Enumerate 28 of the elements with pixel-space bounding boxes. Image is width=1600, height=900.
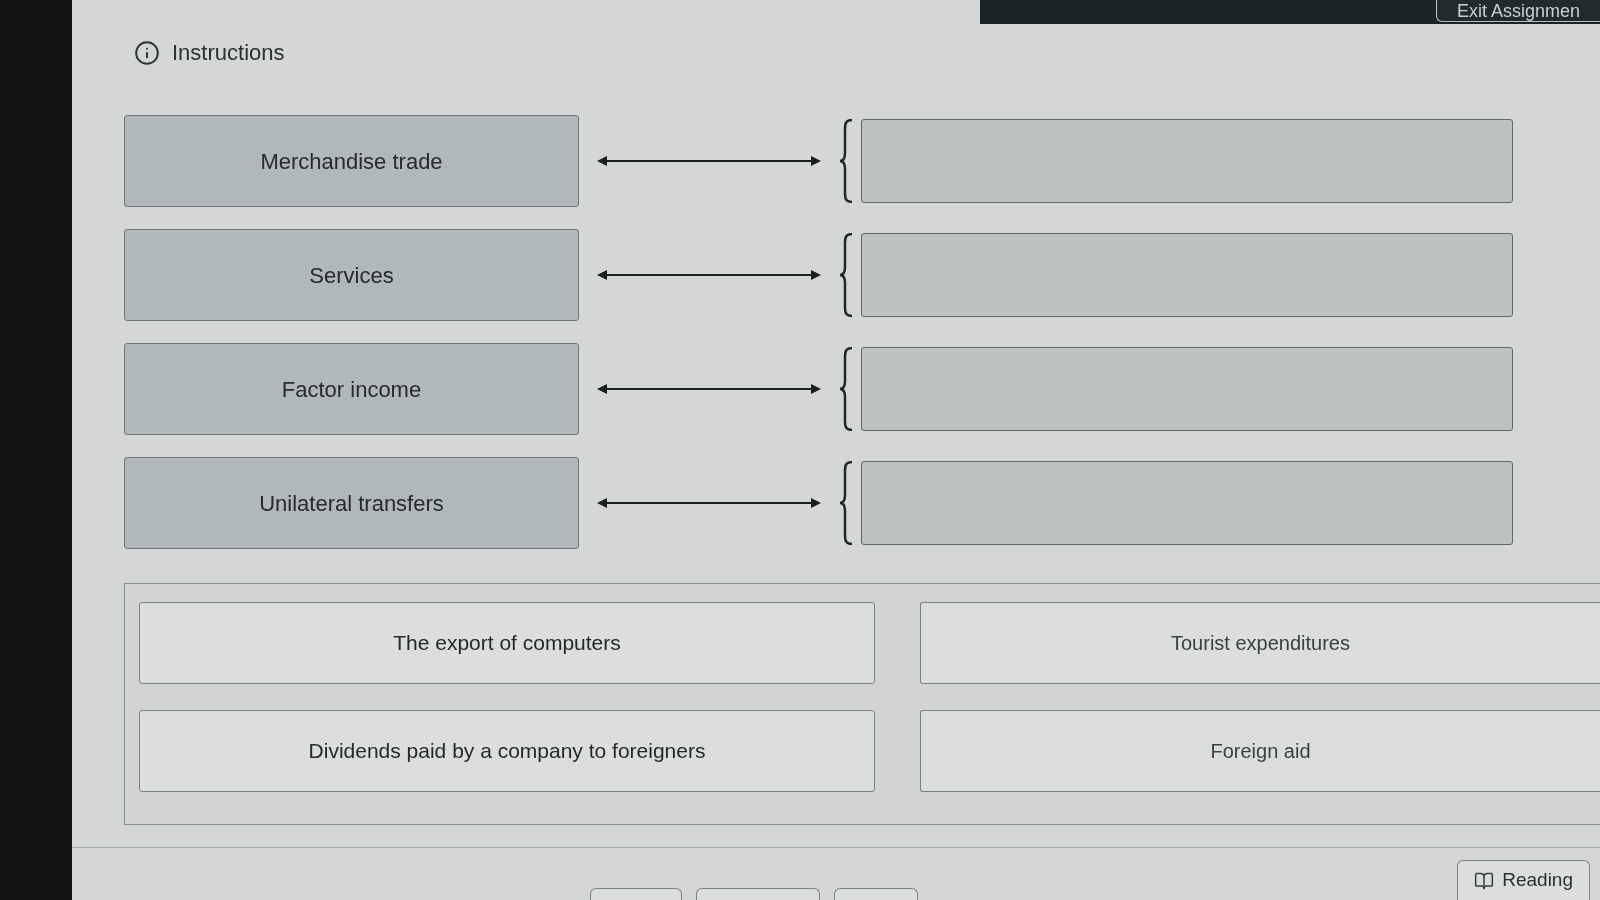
drop-zone[interactable] [861,233,1513,317]
book-icon [1474,870,1495,891]
info-icon[interactable] [134,40,160,66]
double-arrow-icon [597,497,821,509]
footer-button[interactable] [590,888,682,900]
curly-brace-icon [839,347,853,431]
double-arrow-icon [597,269,821,281]
drop-zone[interactable] [861,461,1513,545]
answer-card[interactable]: Dividends paid by a company to foreigners [139,710,875,792]
term-box: Merchandise trade [124,115,579,207]
term-box: Factor income [124,343,579,435]
answer-card[interactable]: Tourist expenditures [920,602,1600,684]
answer-card[interactable]: The export of computers [139,602,875,684]
curly-brace-icon [839,233,853,317]
exit-assignment-button[interactable]: Exit Assignmen [1435,0,1600,22]
double-arrow-icon [597,155,821,167]
drop-zone[interactable] [861,119,1513,203]
double-arrow-icon [597,383,821,395]
curly-brace-icon [839,119,853,203]
curly-brace-icon [839,461,853,545]
drop-zone[interactable] [861,347,1513,431]
term-box: Services [124,229,579,321]
reading-button[interactable]: Reading [1457,860,1590,900]
term-box: Unilateral transfers [124,457,579,549]
footer-button[interactable] [834,888,918,900]
answer-card[interactable]: Foreign aid [920,710,1600,792]
footer-button[interactable] [696,888,820,900]
instructions-label[interactable]: Instructions [172,38,285,68]
